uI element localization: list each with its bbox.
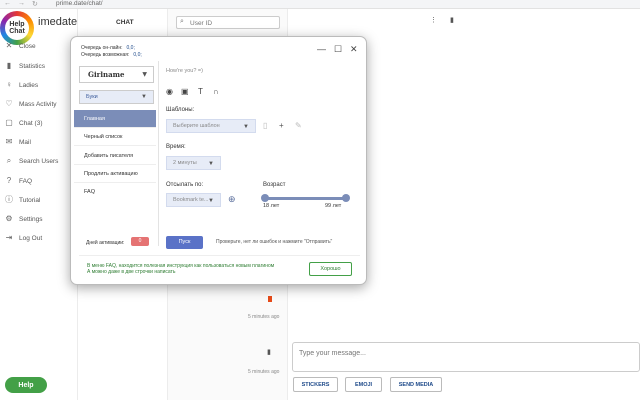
age-min-value: 18 лет (263, 203, 280, 209)
forward-icon[interactable]: → (18, 0, 25, 7)
maximize-icon[interactable]: ☐ (334, 44, 342, 55)
activation-days-label: Дней активации: (86, 240, 125, 246)
back-icon[interactable]: ← (4, 0, 11, 7)
info-icon: ⓘ (5, 195, 13, 204)
chevron-down-icon: ▼ (142, 71, 147, 78)
message-time: 5 minutes ago (248, 314, 280, 320)
time-select[interactable]: 2 минуты ▼ (166, 156, 221, 170)
minimize-icon[interactable]: — (317, 44, 326, 54)
start-button[interactable]: Пуск (166, 236, 203, 249)
message-time: 5 minutes ago (248, 369, 280, 375)
sidebar-item-statistics[interactable]: ▮ Statistics (4, 59, 76, 73)
chevron-down-icon: ▼ (208, 198, 214, 204)
activation-days-badge: 0 (131, 237, 149, 246)
gear-icon: ⚙ (5, 214, 13, 223)
text-icon[interactable]: T (198, 87, 203, 96)
sidebar-item-settings[interactable]: ⚙ Settings (4, 212, 76, 226)
menu-item-main[interactable]: Главная (74, 110, 156, 128)
brand-name: imedate (38, 16, 78, 28)
help-label: Help (18, 381, 34, 389)
age-label: Возраст (263, 182, 286, 188)
sidebar-item-close[interactable]: ✕ Close (4, 39, 76, 53)
search-box[interactable]: ⌕ (176, 16, 280, 29)
delete-icon[interactable]: ▮ (267, 348, 271, 356)
sidebar-item-logout[interactable]: ⇥ Log Out (4, 231, 76, 245)
help-button[interactable]: Help (5, 377, 47, 393)
sidebar-item-mass-activity[interactable]: ♡ Mass Activity (4, 97, 76, 111)
video-icon[interactable]: ▣ (181, 87, 189, 96)
divider (158, 61, 159, 246)
heart-icon: ♡ (5, 99, 13, 108)
user-id-input[interactable] (190, 18, 278, 28)
unread-marker (268, 296, 272, 302)
mail-icon: ✉ (5, 137, 13, 146)
age-max-handle[interactable] (342, 194, 350, 202)
templates-label: Шаблоны: (166, 107, 195, 113)
stickers-button[interactable]: STICKERS (293, 377, 338, 392)
template-select[interactable]: Выберите шаблон ▼ (166, 119, 256, 133)
trash-icon[interactable]: ▯ (263, 121, 267, 130)
search-icon: ⌕ (180, 18, 184, 25)
logo-text: Help Chat (5, 16, 29, 40)
user-icon: ♀ (6, 80, 12, 89)
question-icon: ? (6, 176, 12, 185)
queue-possible: Очередь возможная: 0,0; (81, 52, 142, 58)
age-max-value: 99 лет (325, 203, 342, 209)
close-icon: ✕ (5, 41, 13, 50)
camera-icon[interactable]: ◉ (166, 87, 173, 96)
message-preview: How're you? =) (166, 68, 203, 74)
reload-icon[interactable]: ↻ (32, 0, 38, 8)
menu-item-add-writer[interactable]: Добавить писателя (74, 147, 156, 165)
add-icon[interactable]: + (279, 121, 284, 130)
chat-icon: ▢ (5, 118, 13, 127)
sidebar-item-mail[interactable]: ✉ Mail (4, 135, 76, 149)
target-icon[interactable]: ⊕ (228, 194, 236, 205)
sidebar-item-chat[interactable]: ▢ Chat (3) (4, 116, 76, 130)
message-input[interactable] (299, 347, 619, 359)
queue-online: Очередь он-лайн: 0,0; (81, 45, 135, 51)
age-slider[interactable] (265, 197, 347, 200)
sidebar-item-faq[interactable]: ? FAQ (4, 174, 76, 188)
bookmark-icon[interactable]: ▮ (450, 16, 454, 24)
emoji-button[interactable]: EMOJI (345, 377, 382, 392)
chevron-down-icon: ▼ (141, 94, 147, 100)
chevron-down-icon: ▼ (208, 161, 214, 167)
time-label: Время: (166, 144, 186, 150)
chevron-down-icon: ▼ (243, 124, 249, 130)
bar-chart-icon: ▮ (6, 61, 12, 70)
send-by-select[interactable]: Bookmark te... ▼ (166, 193, 221, 207)
url-bar[interactable]: prime.date/chat/ (56, 0, 103, 7)
note-text: В меню FAQ, находится полезная инструкци… (87, 263, 275, 275)
edit-icon[interactable]: ✎ (295, 121, 302, 130)
search-icon: ⌕ (6, 156, 12, 165)
menu-item-extend-activation[interactable]: Продлить активацию (74, 165, 156, 183)
sidebar-item-tutorial[interactable]: ⓘ Tutorial (4, 193, 76, 207)
plugin-modal: — ☐ ✕ Очередь он-лайн: 0,0; Очередь возмо… (70, 36, 367, 285)
chat-title: CHAT (116, 19, 134, 26)
headphones-icon[interactable]: ∩ (213, 87, 219, 96)
message-compose[interactable] (292, 342, 640, 372)
girlname-select[interactable]: Girlname ▼ (79, 66, 154, 83)
logout-icon: ⇥ (5, 233, 13, 242)
letters-select[interactable]: Буки ▼ (79, 90, 154, 104)
sidebar: Help Chat imedate ✕ Close ▮ Statistics ♀ La… (0, 9, 78, 400)
menu-item-blacklist[interactable]: Черный список (74, 128, 156, 146)
age-min-handle[interactable] (261, 194, 269, 202)
modal-menu: Главная Черный список Добавить писателя … (74, 110, 156, 203)
send-media-button[interactable]: SEND MEDIA (390, 377, 442, 392)
info-note: В меню FAQ, находится полезная инструкци… (79, 255, 360, 280)
send-by-label: Отсылать по: (166, 182, 204, 188)
close-icon[interactable]: ✕ (350, 44, 358, 55)
sidebar-item-search-users[interactable]: ⌕ Search Users (4, 154, 76, 168)
browser-bar: ← → ↻ prime.date/chat/ (0, 0, 640, 9)
check-hint: Проверьте, нет ли ошибок и нажмите "Отпр… (216, 239, 333, 245)
menu-item-faq[interactable]: FAQ (74, 183, 156, 201)
sidebar-item-ladies[interactable]: ♀ Ladies (4, 78, 76, 92)
ok-button[interactable]: Хорошо (309, 262, 352, 276)
more-options-icon[interactable]: ⋮ (430, 16, 437, 24)
